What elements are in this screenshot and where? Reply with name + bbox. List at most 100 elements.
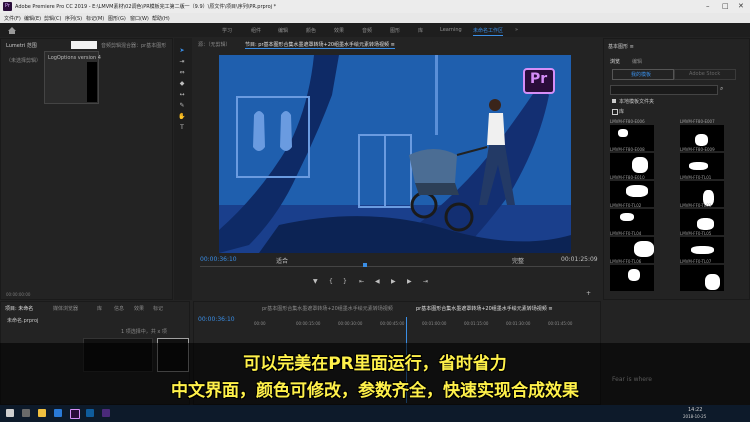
template-thumb-label: LMVM-FF80-E007 <box>680 119 715 124</box>
faded-caption: Fear is where <box>612 376 652 383</box>
workspace-graphics[interactable]: 图形 <box>390 27 400 34</box>
program-scrub-bar[interactable] <box>200 266 590 267</box>
maximize-icon[interactable]: □ <box>722 2 729 10</box>
ruler-tick-label: 00:01:00:00 <box>422 321 447 326</box>
tab-program-monitor[interactable]: 节目: pr基本图形合集水墨遮罩转场+20组墨水手绘元素转场视频 ≡ <box>245 41 395 48</box>
menu-sequence[interactable]: 序列(S) <box>65 15 82 22</box>
type-tool-icon[interactable]: T <box>178 125 186 131</box>
pr-badge: Pr <box>530 71 548 87</box>
playhead-timecode[interactable]: 00:00:36:10 <box>200 256 237 263</box>
ruler-tick-label: 00:01:15:00 <box>464 321 489 326</box>
search-icon[interactable] <box>22 409 30 417</box>
slip-tool-icon[interactable]: ↔ <box>178 92 186 98</box>
workspace-color[interactable]: 颜色 <box>306 27 316 34</box>
workspace-effects[interactable]: 效果 <box>334 27 344 34</box>
menu-bar: 文件(F) 编辑(E) 剪辑(C) 序列(S) 标记(M) 图形(G) 窗口(W… <box>0 13 750 23</box>
template-thumb[interactable] <box>680 265 724 291</box>
menu-help[interactable]: 帮助(H) <box>152 15 170 22</box>
workspace-custom[interactable]: 未命名工作区 <box>473 27 503 34</box>
tab-libraries[interactable]: 库 <box>97 305 102 312</box>
premiere-taskbar-icon[interactable] <box>70 409 80 419</box>
dropdown-option[interactable]: LogOptions version 4 <box>48 55 101 61</box>
tab-sequence-1[interactable]: pr基本图形合集水墨遮罩转场+20组墨水手绘元素转场视频 <box>262 305 393 312</box>
tab-lumetri-scopes[interactable]: Lumetri 范围 <box>6 42 37 49</box>
timeline-timecode[interactable]: 00:00:36:10 <box>198 316 235 323</box>
ink-shape-preview <box>695 134 708 146</box>
home-icon[interactable] <box>8 27 16 34</box>
marker-icon[interactable]: ▼ <box>313 278 318 285</box>
workspace-editing[interactable]: 编辑 <box>278 27 288 34</box>
go-to-in-icon[interactable]: ⇤ <box>359 278 364 285</box>
duration-timecode: 00:01:25:09 <box>561 256 598 263</box>
local-folder-checkbox[interactable] <box>612 99 616 103</box>
local-folder-label: 本地模板文件夹 <box>619 99 655 105</box>
workspace-assembly[interactable]: 组件 <box>251 27 261 34</box>
tab-edit[interactable]: 编辑 <box>632 58 642 65</box>
tab-markers[interactable]: 标记 <box>153 305 163 312</box>
tab-info[interactable]: 信息 <box>114 305 124 312</box>
my-templates-button[interactable]: 我的模板 <box>612 69 674 80</box>
selection-tool-icon[interactable]: ➤ <box>178 48 186 54</box>
template-thumb-label: LMVM-FF0-TL07 <box>680 259 712 264</box>
browser-icon[interactable] <box>54 409 62 417</box>
quality-dropdown[interactable]: 完整 <box>512 256 524 265</box>
ruler-tick-label: 00:00:45:00 <box>380 321 405 326</box>
tab-effects[interactable]: 效果 <box>134 305 144 312</box>
my-templates-label: 我的模板 <box>631 72 652 78</box>
step-back-icon[interactable]: ◀ <box>375 278 380 285</box>
menu-graphics[interactable]: 图形(G) <box>108 15 126 22</box>
template-thumb-label: LMVM-FF0-TL02 <box>610 203 642 208</box>
menu-file[interactable]: 文件(F) <box>4 15 21 22</box>
menu-marker[interactable]: 标记(M) <box>86 15 104 22</box>
taskbar-clock: 14:22 <box>688 407 703 413</box>
mark-in-icon[interactable]: { <box>329 278 333 285</box>
tab-sequence-2[interactable]: pr基本图形合集水墨遮罩转场+20组墨水手绘元素转场视频 ≡ <box>416 305 553 312</box>
tab-browse[interactable]: 浏览 <box>610 58 620 65</box>
fit-dropdown[interactable]: 适合 <box>276 256 288 265</box>
explorer-icon[interactable] <box>38 409 46 417</box>
add-button-icon[interactable]: + <box>586 290 591 297</box>
program-video-frame[interactable]: Pr <box>219 55 571 253</box>
tab-effect-controls[interactable]: 音频剪辑混合器：pr基本图形 <box>101 42 166 49</box>
template-search-input[interactable] <box>610 85 718 95</box>
no-clip-label: （未选择剪辑） <box>6 58 42 64</box>
pen-tool-icon[interactable]: ✎ <box>178 103 186 109</box>
ripple-edit-tool-icon[interactable]: ⇔ <box>178 70 186 76</box>
ruler-tick-label: 00:01:30:00 <box>506 321 531 326</box>
scope-dropdown-menu[interactable]: LogOptions version 4 <box>44 51 101 104</box>
workspace-libraries[interactable]: 库 <box>418 27 423 34</box>
mark-out-icon[interactable]: } <box>343 278 347 285</box>
step-forward-icon[interactable]: ▶ <box>407 278 412 285</box>
track-select-tool-icon[interactable]: ⇥ <box>178 59 186 65</box>
adobe-stock-button[interactable]: Adobe Stock <box>674 69 736 80</box>
menu-edit[interactable]: 编辑(E) <box>24 15 41 22</box>
play-icon[interactable]: ▶ <box>391 278 396 285</box>
tab-media-browser[interactable]: 媒体浏览器 <box>53 305 78 312</box>
scope-dropdown[interactable] <box>71 41 97 49</box>
program-tab-underline <box>245 48 395 49</box>
close-icon[interactable]: ✕ <box>738 2 744 10</box>
active-workspace-underline <box>473 35 503 36</box>
menu-window[interactable]: 窗口(W) <box>130 15 149 22</box>
razor-tool-icon[interactable]: ◆ <box>178 81 186 87</box>
workspace-more[interactable]: » <box>515 27 518 33</box>
go-to-out-icon[interactable]: ⇥ <box>423 278 428 285</box>
ink-shape-preview <box>705 274 720 290</box>
after-effects-taskbar-icon[interactable] <box>102 409 110 417</box>
template-thumb[interactable] <box>610 265 654 291</box>
workspace-audio[interactable]: 音频 <box>362 27 372 34</box>
taskbar-date: 2018-10-25 <box>683 414 707 419</box>
timeline-ruler[interactable]: 00:00 00:00:15:00 00:00:30:00 00:00:45:00 00… <box>254 321 598 327</box>
workspace-learning[interactable]: Learning <box>440 27 462 33</box>
minimize-icon[interactable]: – <box>706 2 710 10</box>
start-icon[interactable] <box>6 409 14 417</box>
library-label: 库 <box>619 109 625 115</box>
hand-tool-icon[interactable]: ✋ <box>178 114 186 120</box>
search-icon: ⌕ <box>720 85 724 92</box>
menu-clip[interactable]: 剪辑(C) <box>44 15 61 22</box>
photoshop-taskbar-icon[interactable] <box>86 409 94 417</box>
program-playhead[interactable] <box>363 263 367 267</box>
tab-project[interactable]: 项目: 未命名 <box>5 305 33 312</box>
workspace-learn[interactable]: 学习 <box>222 27 232 34</box>
library-checkbox[interactable] <box>612 109 618 115</box>
